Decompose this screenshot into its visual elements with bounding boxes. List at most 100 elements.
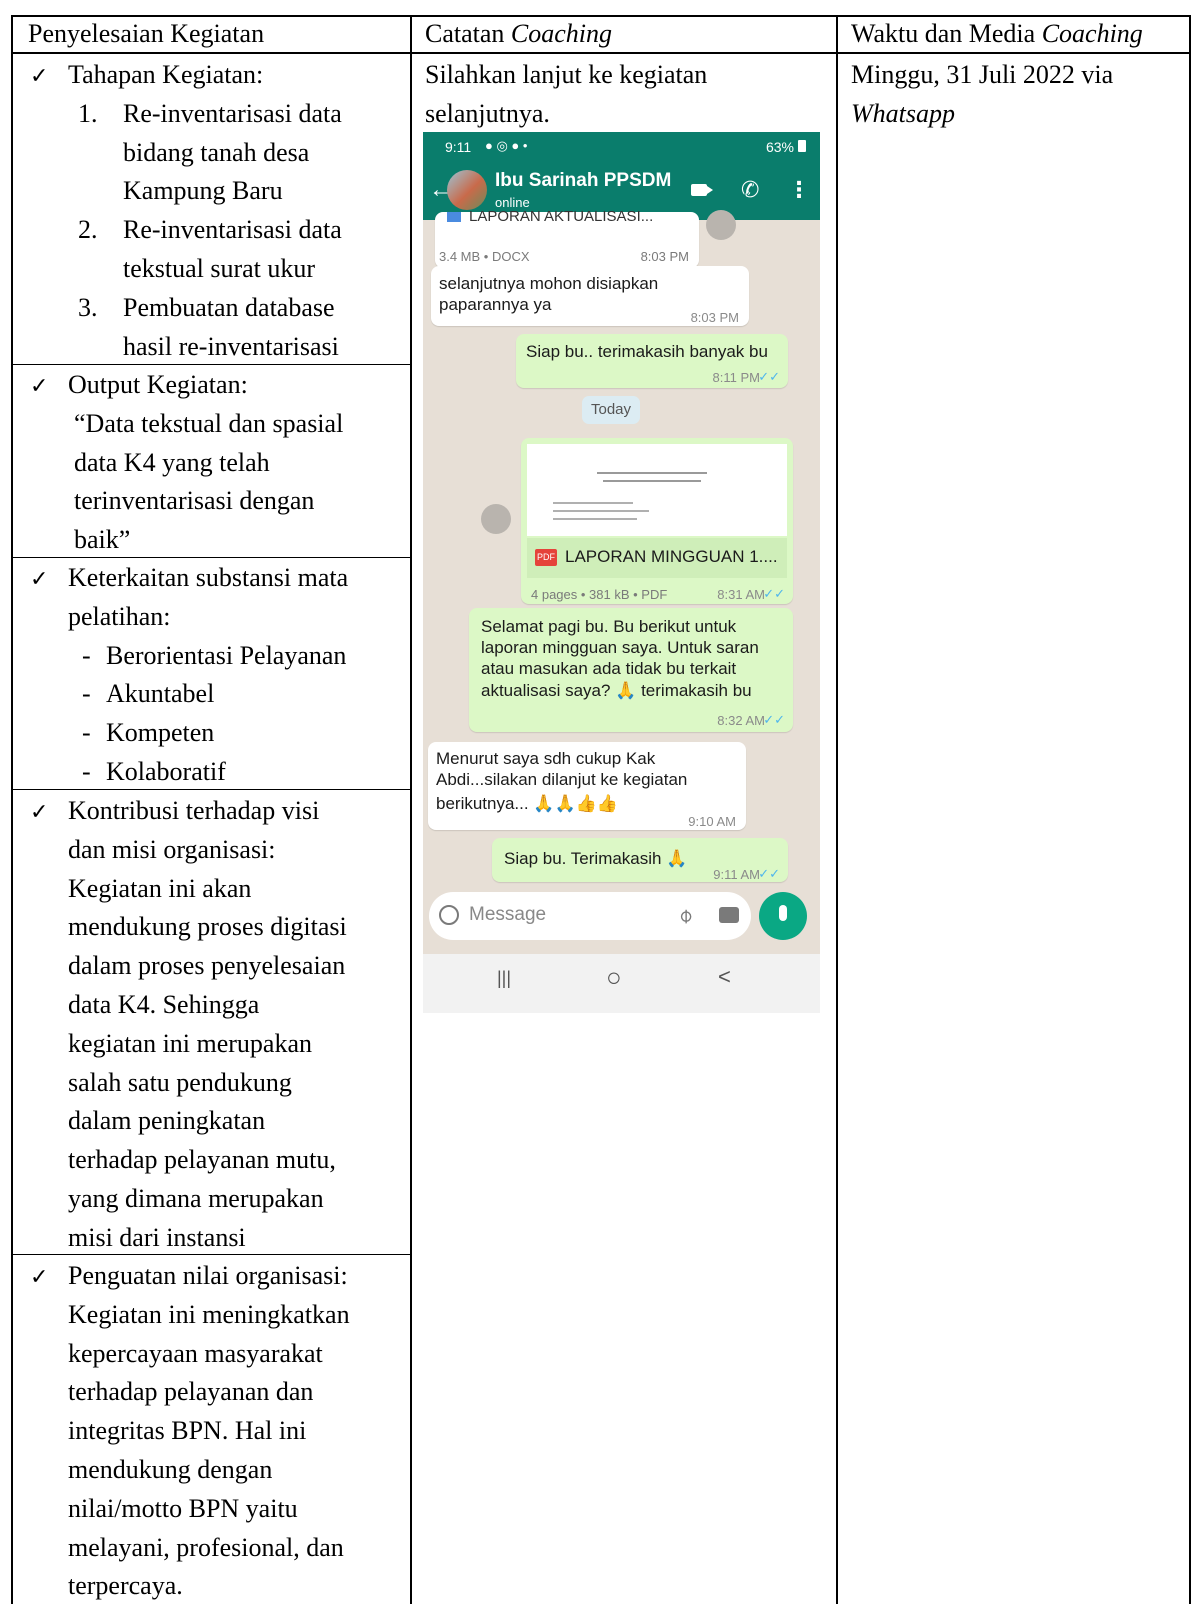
- header-col3-italic: Coaching: [1041, 19, 1143, 48]
- read-ticks-icon: ✓✓: [758, 866, 780, 881]
- table-header-divider: [11, 52, 1191, 54]
- penguatan-line-3: kepercayaan masyarakat: [68, 1338, 323, 1368]
- contact-name[interactable]: Ibu Sarinah PPSDM: [495, 170, 671, 192]
- status-icons: ● ◎ ● •: [485, 138, 528, 153]
- header-col3: Waktu dan Media Coaching: [851, 18, 1143, 50]
- video-call-icon-lens: [707, 186, 713, 194]
- doc-icon: [447, 212, 461, 222]
- keterkaitan-line-2: pelatihan:: [68, 601, 171, 631]
- message-text: Siap bu. Terimakasih 🙏: [504, 849, 688, 868]
- doc-message[interactable]: LAPORAN AKTUALISASI... 3.4 MB • DOCX 8:0…: [435, 208, 699, 268]
- message-line: Abdi...silakan dilanjut ke kegiatan: [436, 770, 688, 789]
- penguatan-line-5: integritas BPN. Hal ini: [68, 1416, 307, 1446]
- dash-marker: -: [82, 640, 91, 670]
- coaching-note-line-2: selanjutnya.: [425, 98, 550, 128]
- header-col1: Penyelesaian Kegiatan: [28, 19, 265, 48]
- pdf-preview-text: [553, 502, 633, 504]
- message-time: 9:10 AM: [688, 814, 736, 829]
- attach-icon[interactable]: ⌀: [672, 902, 698, 928]
- coaching-note-line-1: Silahkan lanjut ke kegiatan: [425, 60, 708, 89]
- incoming-message: Menurut saya sdh cukup Kak Abdi...silaka…: [428, 742, 746, 830]
- kontribusi-line-3: Kegiatan ini akan: [68, 873, 252, 903]
- header-col2: Catatan Coaching: [425, 18, 612, 50]
- phone-call-icon[interactable]: ✆: [741, 177, 759, 203]
- read-ticks-icon: ✓✓: [763, 712, 785, 727]
- tahapan-num-2: 2.: [78, 215, 98, 245]
- tahapan-item-1-line-1: Re-inventarisasi data: [123, 98, 342, 128]
- tahapan-item-2-line-2: tekstual surat ukur: [123, 254, 316, 283]
- penguatan-line-7: nilai/motto BPN yaitu: [68, 1493, 298, 1523]
- dash-marker: -: [82, 718, 91, 748]
- doc-meta: 3.4 MB • DOCX: [439, 249, 530, 264]
- keterkaitan-line-1: Keterkaitan substansi mata: [68, 563, 349, 592]
- camera-icon[interactable]: [719, 907, 739, 923]
- doc-title-cut: LAPORAN AKTUALISASI...: [469, 208, 654, 225]
- kontribusi-line-4: mendukung proses digitasi: [68, 912, 347, 942]
- pdf-title-bar: PDF LAPORAN MINGGUAN 1....: [527, 538, 787, 578]
- tahapan-title: Tahapan Kegiatan:: [68, 60, 264, 89]
- mic-button[interactable]: [759, 892, 807, 940]
- table-border-right: [1189, 15, 1191, 1604]
- pdf-title: LAPORAN MINGGUAN 1....: [565, 547, 778, 566]
- whatsapp-screenshot: 9:11 ● ◎ ● • 63% ← Ibu Sarinah PPSDM onl…: [423, 132, 820, 1013]
- pdf-preview-text: [603, 480, 701, 482]
- penguatan-line-8: melayani, profesional, dan: [68, 1532, 344, 1562]
- outgoing-message: Selamat pagi bu. Bu berikut untuk lapora…: [469, 608, 793, 732]
- message-line: aktualisasi saya? 🙏 terimakasih bu: [481, 681, 752, 700]
- tahapan-num-3: 3.: [78, 292, 98, 322]
- tahapan-item-1-line-3: Kampung Baru: [123, 176, 283, 206]
- home-icon[interactable]: ○: [606, 962, 622, 993]
- pdf-message[interactable]: PDF LAPORAN MINGGUAN 1.... 4 pages • 381…: [521, 438, 793, 604]
- forward-icon[interactable]: [706, 210, 736, 240]
- message-line: laporan mingguan saya. Untuk saran: [481, 638, 759, 657]
- col1-content: ✓ Tahapan Kegiatan: 1. Re-inventarisasi …: [0, 56, 410, 1604]
- read-ticks-icon: ✓✓: [758, 369, 780, 384]
- kontribusi-line-11: yang dimana merupakan: [68, 1184, 324, 1213]
- message-time: 8:32 AM: [717, 713, 765, 728]
- kontribusi-line-8: salah satu pendukung: [68, 1067, 292, 1097]
- col-divider-2: [836, 15, 838, 1604]
- output-line-1: “Data tekstual dan spasial: [74, 408, 344, 438]
- more-options-icon[interactable]: ⋮: [788, 177, 810, 203]
- kontribusi-line-12: misi dari instansi: [68, 1222, 246, 1252]
- kontribusi-line-7: kegiatan ini merupakan: [68, 1028, 313, 1058]
- penguatan-line-9: terpercaya.: [68, 1571, 183, 1601]
- doc-time: 8:03 PM: [640, 249, 689, 264]
- video-call-icon[interactable]: [691, 184, 707, 196]
- avatar[interactable]: [447, 170, 487, 210]
- forward-icon[interactable]: [481, 504, 511, 534]
- kontribusi-line-10: terhadap pelayanan mutu,: [68, 1145, 336, 1175]
- kontribusi-line-6: data K4. Sehingga: [68, 990, 260, 1019]
- penguatan-line-4: terhadap pelayanan dan: [68, 1377, 314, 1407]
- kontribusi-line-5: dalam proses penyelesaian: [68, 951, 346, 981]
- message-input[interactable]: Message ⌀: [429, 892, 751, 940]
- penguatan-line-2: Kegiatan ini meningkatkan: [68, 1299, 350, 1329]
- penguatan-line-6: mendukung dengan: [68, 1455, 273, 1484]
- kontribusi-line-2: dan misi organisasi:: [68, 834, 276, 864]
- message-line: selanjutnya mohon disiapkan: [439, 274, 659, 293]
- tahapan-item-2-line-1: Re-inventarisasi data: [123, 215, 342, 245]
- check-icon: ✓: [30, 1265, 49, 1290]
- pdf-meta: 4 pages • 381 kB • PDF: [531, 587, 668, 602]
- android-nav-bar: ||| ○ <: [423, 954, 820, 1013]
- message-line: berikutnya... 🙏🙏👍👍: [436, 794, 618, 813]
- recent-apps-icon[interactable]: |||: [497, 968, 511, 989]
- back-icon[interactable]: <: [718, 964, 731, 990]
- message-line: Selamat pagi bu. Bu berikut untuk: [481, 617, 737, 636]
- output-line-2: data K4 yang telah: [74, 447, 270, 477]
- emoji-icon[interactable]: [439, 905, 459, 925]
- header-col2-text: Catatan: [425, 19, 511, 48]
- output-line-4: baik”: [74, 525, 131, 555]
- keterkaitan-item-4: Kolaboratif: [106, 757, 226, 786]
- pdf-preview: [527, 444, 787, 536]
- message-line: Menurut saya sdh cukup Kak: [436, 749, 656, 768]
- message-time: 8:03 PM: [690, 310, 739, 325]
- message-line: paparannya ya: [439, 295, 552, 314]
- pdf-preview-text: [553, 510, 649, 512]
- check-icon: ✓: [30, 64, 49, 89]
- status-time: 9:11: [445, 139, 472, 155]
- outgoing-message: Siap bu. Terimakasih 🙏 9:11 AM ✓✓: [492, 838, 788, 882]
- kontribusi-line-1: Kontribusi terhadap visi: [68, 796, 320, 825]
- message-time: 9:11 AM: [713, 867, 760, 882]
- tahapan-item-1-line-2: bidang tanah desa: [123, 137, 310, 167]
